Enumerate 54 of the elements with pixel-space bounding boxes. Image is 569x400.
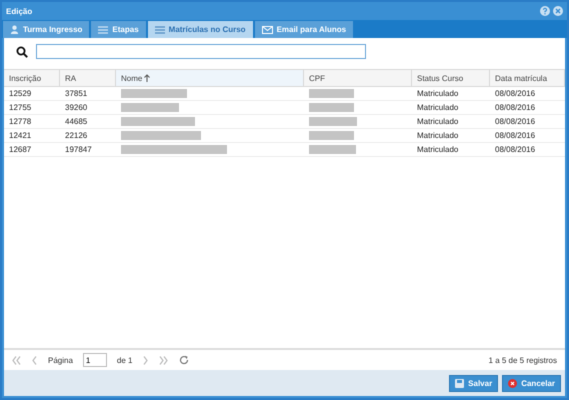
table-cell: 08/08/2016 — [490, 143, 565, 157]
floppy-icon — [455, 378, 464, 388]
redacted-bar — [121, 89, 187, 98]
redacted-bar — [121, 103, 179, 112]
table-cell: Matriculado — [412, 129, 490, 143]
table-cell: Matriculado — [412, 115, 490, 129]
column-header[interactable]: CPF — [304, 69, 412, 87]
record-count: 1 a 5 de 5 registros — [488, 356, 557, 364]
column-header[interactable]: Inscrição — [4, 69, 60, 87]
next-page-icon[interactable] — [142, 356, 148, 364]
last-page-icon[interactable] — [158, 356, 168, 364]
table-cell: 12687 — [4, 143, 60, 157]
table-cell: Matriculado — [412, 143, 490, 157]
previous-page-icon[interactable] — [32, 356, 38, 364]
first-page-icon[interactable] — [12, 356, 22, 364]
table-cell: 12529 — [4, 87, 60, 101]
page-field[interactable]: 1 — [82, 353, 107, 367]
table-cell: 39260 — [60, 101, 116, 115]
redacted-bar — [309, 117, 357, 126]
window-title: Edição — [6, 6, 32, 16]
search-icon — [16, 46, 28, 58]
redacted-bar — [309, 131, 354, 140]
table-cell: 12778 — [4, 115, 60, 129]
table-cell: 12755 — [4, 101, 60, 115]
table-cell: Matriculado — [412, 87, 490, 101]
page-label: Página — [48, 356, 73, 364]
redacted-bar — [309, 145, 356, 154]
refresh-icon[interactable] — [178, 355, 188, 365]
close-icon[interactable] — [553, 6, 563, 16]
table-cell: 08/08/2016 — [490, 115, 565, 129]
table-cell: 44685 — [60, 115, 116, 129]
table-cell: Matriculado — [412, 101, 490, 115]
table-cell: 22126 — [60, 129, 116, 143]
cancel-icon — [508, 378, 518, 388]
list-icon — [154, 26, 165, 34]
redacted-bar — [309, 89, 354, 98]
table-cell: 12421 — [4, 129, 60, 143]
envelope-icon — [262, 26, 273, 34]
column-header[interactable]: RA — [60, 69, 116, 87]
table-cell: 197847 — [60, 143, 116, 157]
search-field[interactable] — [36, 44, 366, 59]
help-icon[interactable] — [540, 6, 550, 16]
sort-arrow-icon — [144, 74, 150, 82]
person-icon — [10, 25, 19, 34]
table-cell: 08/08/2016 — [490, 129, 565, 143]
list-icon — [98, 26, 108, 34]
table-cell: 08/08/2016 — [490, 101, 565, 115]
column-header[interactable]: Status Curso — [412, 69, 490, 87]
table-cell: 08/08/2016 — [490, 87, 565, 101]
table-cell: 37851 — [60, 87, 116, 101]
column-header[interactable]: Nome — [116, 69, 304, 87]
column-header[interactable]: Data matrícula — [490, 69, 565, 87]
redacted-bar — [309, 103, 354, 112]
page-count: de 1 — [116, 356, 132, 364]
